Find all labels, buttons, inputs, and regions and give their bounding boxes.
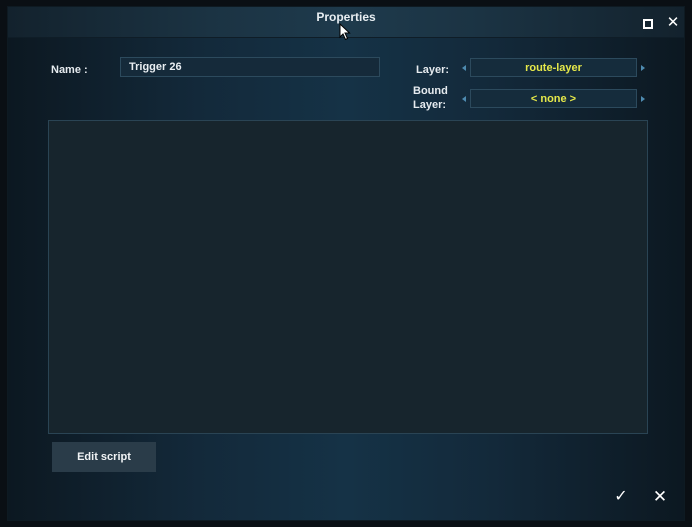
- edit-script-button[interactable]: Edit script: [52, 442, 156, 472]
- bound-layer-selector[interactable]: < none >: [470, 89, 637, 108]
- bound-layer-value: < none >: [530, 93, 577, 105]
- script-preview-area[interactable]: [48, 120, 648, 434]
- name-input[interactable]: [120, 57, 380, 77]
- cancel-icon: ✕: [652, 487, 668, 506]
- cancel-button[interactable]: ✕: [648, 486, 672, 508]
- layer-selector[interactable]: route-layer: [470, 58, 637, 77]
- close-icon: ✕: [666, 14, 680, 31]
- close-button[interactable]: ✕: [665, 15, 681, 31]
- bound-label-line1: Bound: [413, 85, 448, 97]
- mouse-cursor-icon: [339, 23, 351, 41]
- bound-layer-label: Bound Layer:: [413, 84, 448, 112]
- confirm-button[interactable]: ✓: [609, 486, 633, 508]
- window-title: Properties: [316, 10, 376, 24]
- bound-layer-prev-arrow-icon[interactable]: [462, 96, 466, 102]
- bound-layer-next-arrow-icon[interactable]: [641, 96, 645, 102]
- maximize-button[interactable]: [639, 15, 655, 31]
- layer-label: Layer:: [416, 64, 450, 76]
- name-label: Name :: [51, 64, 88, 76]
- bound-label-line2: Layer:: [413, 99, 447, 111]
- layer-value: route-layer: [525, 62, 582, 74]
- layer-prev-arrow-icon[interactable]: [462, 65, 466, 71]
- check-icon: ✓: [614, 488, 628, 505]
- layer-next-arrow-icon[interactable]: [641, 65, 645, 71]
- properties-dialog: Properties ✕ Name : Layer: route-layer B…: [8, 7, 684, 520]
- maximize-icon: [643, 19, 653, 29]
